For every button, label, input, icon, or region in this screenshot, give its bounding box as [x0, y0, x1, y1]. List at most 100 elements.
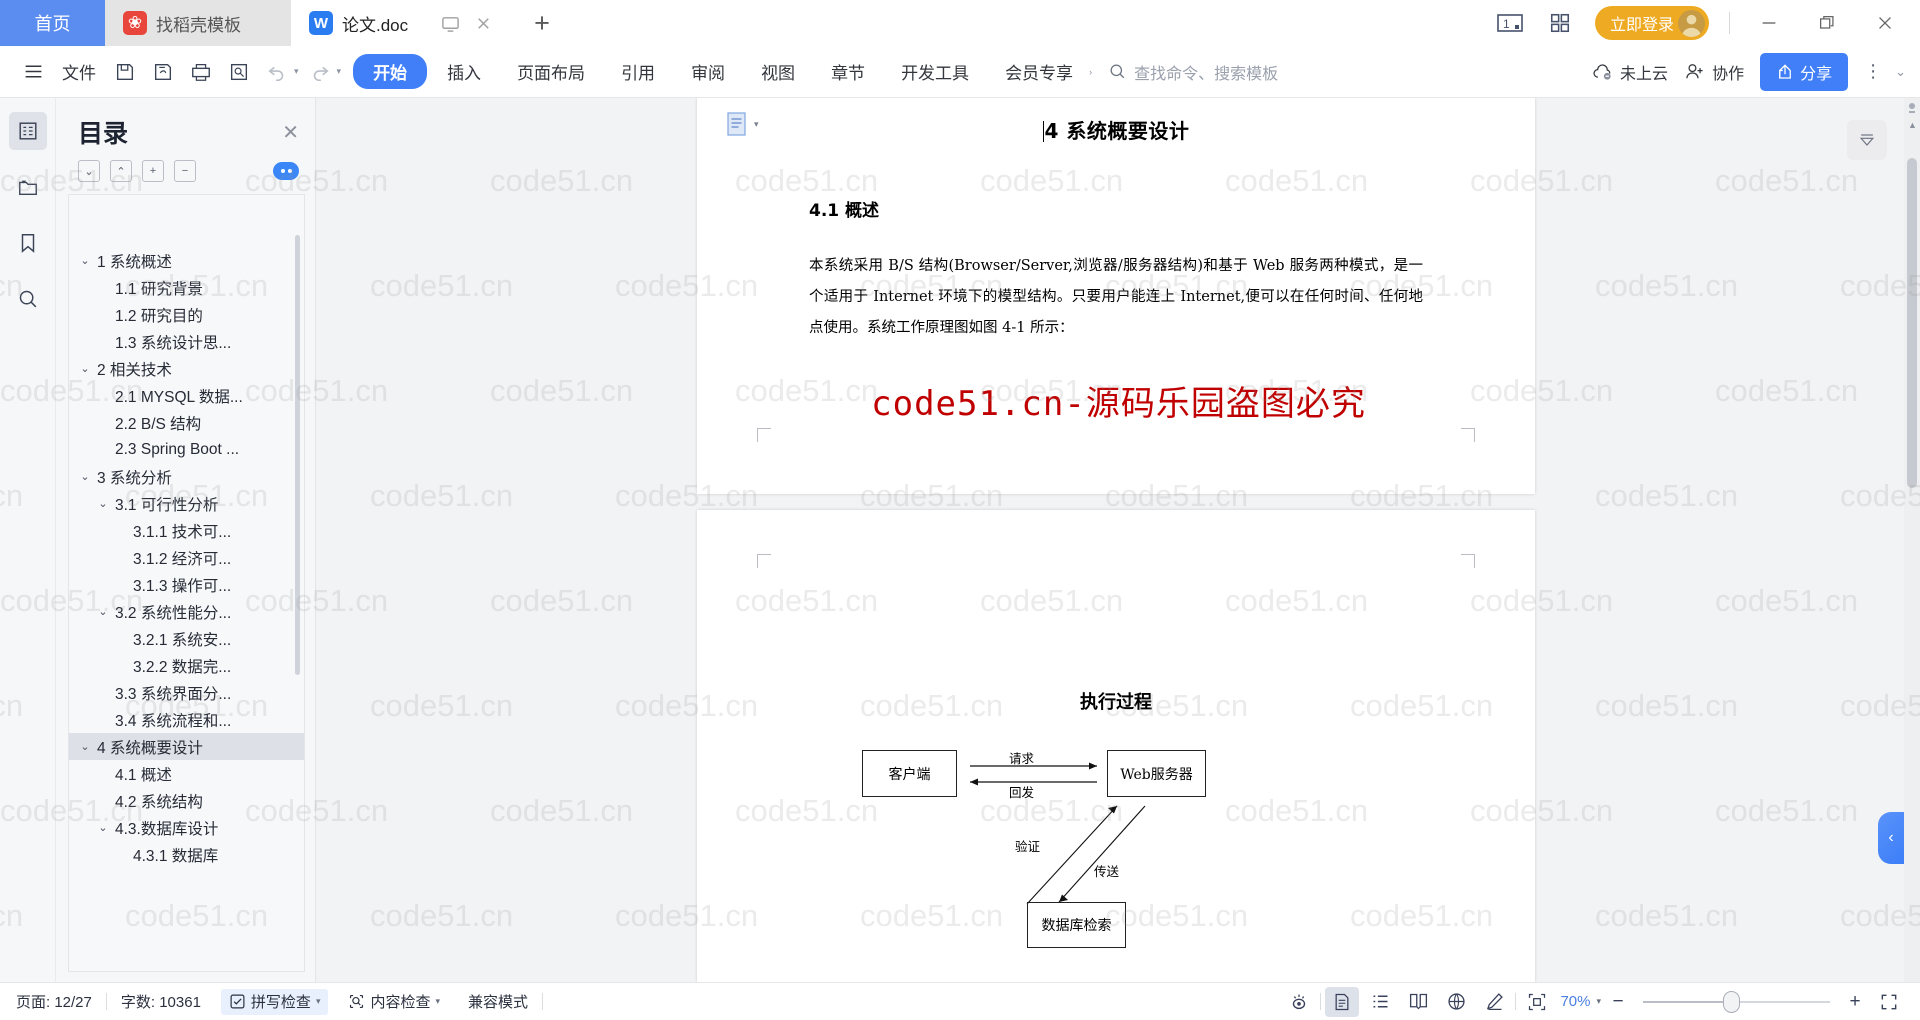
chevron-down-icon[interactable]: ⌄ — [95, 497, 111, 510]
page-indicator[interactable]: 页面: 12/27 — [0, 991, 106, 1012]
print-layout-icon[interactable] — [1325, 986, 1360, 1017]
slider-knob[interactable] — [1723, 990, 1740, 1013]
toc-item[interactable]: 3.1.3 操作可... — [69, 571, 304, 598]
chevron-down-icon[interactable]: ⌄ — [95, 605, 111, 618]
undo-dropdown-icon[interactable]: ▾ — [294, 66, 299, 77]
toc-item[interactable]: 2.1 MYSQL 数据... — [69, 382, 304, 409]
toc-item[interactable]: ⌄ 3.1 可行性分析 — [69, 490, 304, 517]
zoom-slider[interactable] — [1643, 990, 1830, 1013]
chevron-down-icon[interactable]: ⌄ — [1895, 64, 1906, 80]
ribbon-tab-member[interactable]: 会员专享 — [989, 54, 1089, 89]
fullscreen-icon[interactable] — [1872, 987, 1906, 1017]
save-as-icon[interactable] — [146, 55, 180, 89]
zoom-level-label[interactable]: 70% — [1558, 993, 1592, 1010]
close-icon[interactable]: ✕ — [282, 120, 299, 145]
toc-item[interactable]: 2.3 Spring Boot ... — [69, 436, 304, 463]
redo-icon[interactable] — [303, 55, 337, 89]
tab-document[interactable]: W 论文.doc — [291, 0, 515, 46]
more-options-icon[interactable]: ⋮ — [1864, 61, 1883, 82]
toc-item[interactable]: ⌄ 4.3.数据库设计 — [69, 814, 304, 841]
toc-item[interactable]: 3.3 系统界面分... — [69, 679, 304, 706]
page-count-icon[interactable]: 1 — [1495, 8, 1525, 38]
toc-item[interactable]: 2.2 B/S 结构 — [69, 409, 304, 436]
search-icon[interactable] — [9, 280, 47, 318]
vertical-scrollbar[interactable]: ▲ — [1904, 98, 1920, 982]
reading-options-button[interactable] — [1847, 120, 1887, 160]
toc-item[interactable]: 3.1.2 经济可... — [69, 544, 304, 571]
toc-item[interactable]: ⌄ 3.2 系统性能分... — [69, 598, 304, 625]
share-button[interactable]: 分享 — [1760, 52, 1849, 91]
scrollbar-thumb[interactable] — [1907, 158, 1917, 488]
toc-item[interactable]: 3.1.1 技术可... — [69, 517, 304, 544]
collapse-panel-button[interactable]: ‹ — [1878, 812, 1904, 864]
ribbon-tab-insert[interactable]: 插入 — [431, 54, 497, 89]
collaborate-button[interactable]: 协作 — [1684, 60, 1744, 84]
login-button[interactable]: 立即登录 — [1594, 6, 1709, 40]
undo-icon[interactable] — [260, 55, 294, 89]
grid-apps-icon[interactable] — [1545, 8, 1575, 38]
chevron-down-icon[interactable]: ⌄ — [95, 821, 111, 834]
eye-protect-icon[interactable] — [1282, 987, 1316, 1017]
reading-view-icon[interactable] — [1401, 987, 1435, 1017]
toc-item[interactable]: 4.1 概述 — [69, 760, 304, 787]
redo-dropdown-icon[interactable]: ▾ — [337, 66, 342, 77]
zoom-out-button[interactable]: − — [1605, 991, 1631, 1013]
ribbon-tab-review[interactable]: 审阅 — [675, 54, 741, 89]
word-count[interactable]: 字数: 10361 — [107, 991, 215, 1012]
toc-item[interactable]: 4.3.1 数据库 — [69, 841, 304, 868]
outline-icon[interactable] — [8, 112, 47, 150]
fit-page-icon[interactable] — [1520, 987, 1554, 1017]
search-input[interactable]: 查找命令、搜索模板 — [1108, 60, 1278, 84]
ribbon-tab-developer[interactable]: 开发工具 — [885, 54, 985, 89]
print-preview-icon[interactable] — [222, 55, 256, 89]
chevron-down-icon[interactable]: ⌄ — [77, 470, 93, 483]
collapse-up-icon[interactable]: ⌃ — [110, 160, 132, 182]
document-canvas[interactable]: ▾ 4 系统概要设计 4.1 概述 本系统采用 B/S 结构(Browser/S… — [317, 98, 1920, 982]
pin-icon[interactable] — [1906, 102, 1918, 116]
scroll-up-icon[interactable]: ▲ — [1908, 120, 1917, 130]
toc-scrollbar[interactable] — [295, 235, 300, 675]
toc-item[interactable]: 3.4 系统流程和... — [69, 706, 304, 733]
chevron-down-icon[interactable]: ⌄ — [77, 740, 93, 753]
toc-item[interactable]: ⌄ 3 系统分析 — [69, 463, 304, 490]
tab-close-icon[interactable] — [474, 14, 493, 33]
chevron-down-icon[interactable]: ▾ — [435, 996, 440, 1007]
chevron-right-icon[interactable]: › — [1089, 67, 1092, 77]
toc-item[interactable]: 1.1 研究背景 — [69, 274, 304, 301]
tab-template-store[interactable]: ❀ 找稻壳模板 — [105, 0, 291, 46]
web-layout-icon[interactable] — [1439, 987, 1473, 1017]
menu-icon[interactable] — [16, 55, 50, 89]
cloud-status-button[interactable]: 未上云 — [1592, 60, 1668, 84]
spellcheck-button[interactable]: 拼写检查 ▾ — [220, 988, 329, 1015]
minus-icon[interactable]: − — [174, 160, 196, 182]
toc-item[interactable]: 3.2.2 数据完... — [69, 652, 304, 679]
toc-item[interactable]: 3.2.1 系统安... — [69, 625, 304, 652]
bookmark-icon[interactable] — [9, 224, 47, 262]
document-page-1[interactable]: ▾ 4 系统概要设计 4.1 概述 本系统采用 B/S 结构(Browser/S… — [697, 98, 1535, 494]
eye-toggle-icon[interactable] — [273, 162, 299, 180]
zoom-in-button[interactable]: + — [1842, 991, 1868, 1013]
ribbon-tab-start[interactable]: 开始 — [353, 54, 428, 89]
toc-item[interactable]: 1.3 系统设计思... — [69, 328, 304, 355]
ribbon-tab-references[interactable]: 引用 — [605, 54, 671, 89]
ribbon-tab-section[interactable]: 章节 — [815, 54, 881, 89]
pen-edit-icon[interactable] — [1477, 987, 1511, 1017]
outline-view-icon[interactable] — [1363, 987, 1397, 1017]
present-screen-icon[interactable] — [441, 14, 460, 33]
toc-item[interactable]: 4.2 系统结构 — [69, 787, 304, 814]
file-menu-button[interactable]: 文件 — [54, 59, 104, 84]
print-icon[interactable] — [184, 55, 218, 89]
tab-home[interactable]: 首页 — [0, 0, 105, 46]
minimize-icon[interactable] — [1750, 8, 1788, 38]
plus-icon[interactable]: + — [142, 160, 164, 182]
ribbon-tab-page-layout[interactable]: 页面布局 — [501, 54, 601, 89]
ribbon-tab-view[interactable]: 视图 — [745, 54, 811, 89]
toc-item[interactable]: 1.2 研究目的 — [69, 301, 304, 328]
toc-item[interactable]: ⌄ 2 相关技术 — [69, 355, 304, 382]
toc-item[interactable]: ⌄ 4 系统概要设计 — [69, 733, 304, 760]
chevron-down-icon[interactable]: ▾ — [316, 996, 321, 1007]
save-icon[interactable] — [108, 55, 142, 89]
zoom-dropdown-icon[interactable]: ▾ — [1596, 996, 1601, 1007]
chevron-down-icon[interactable]: ⌄ — [77, 362, 93, 375]
toc-scroll-area[interactable]: ⌄ 1 系统概述 1.1 研究背景 1.2 研究目的 1.3 系统设计思... ⌄ 2 相关… — [68, 194, 305, 972]
